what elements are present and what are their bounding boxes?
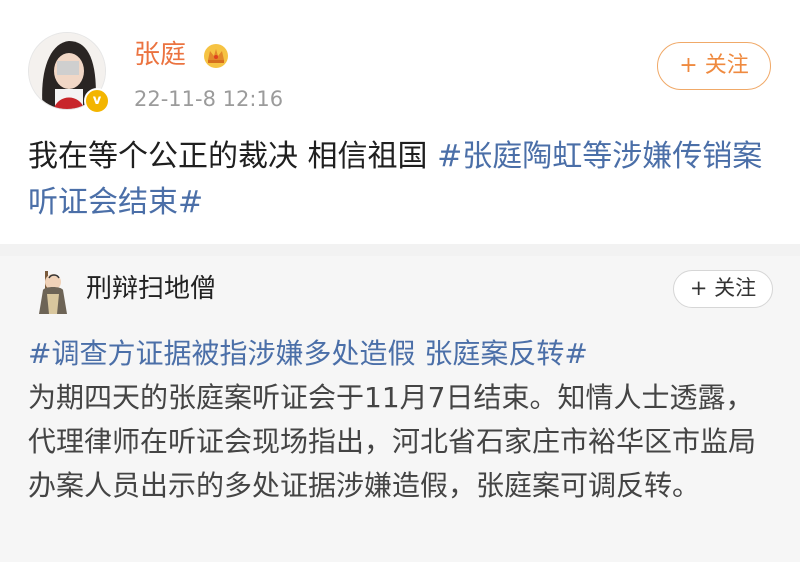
post-text: 我在等个公正的裁决 相信祖国 #张庭陶虹等涉嫌传销案听证会结束# [28, 134, 778, 226]
section-divider [0, 244, 800, 256]
follow-button[interactable]: + 关注 [657, 42, 771, 90]
author-name[interactable]: 张庭 [134, 38, 186, 72]
follow-button-secondary[interactable]: + 关注 [673, 270, 773, 308]
author-avatar[interactable]: v [28, 32, 110, 114]
repost-body: 为期四天的张庭案听证会于11月7日结束。知情人士透露，代理律师在听证会现场指出，… [28, 381, 757, 502]
monk-avatar[interactable] [27, 268, 75, 316]
v-badge-icon: v [84, 88, 110, 114]
post-text-plain: 我在等个公正的裁决 相信祖国 [28, 139, 438, 174]
repost-text: #调查方证据被指涉嫌多处造假 张庭案反转# 为期四天的张庭案听证会于11月7日结… [28, 332, 780, 508]
crown-icon [204, 44, 228, 68]
post-card-main: v 张庭 22-11-8 12:16 + 关注 我在等个公正的裁决 相信祖国 #… [0, 0, 800, 244]
repost-author-name[interactable]: 刑辩扫地僧 [86, 272, 216, 306]
repost-card: 刑辩扫地僧 + 关注 #调查方证据被指涉嫌多处造假 张庭案反转# 为期四天的张庭… [0, 256, 800, 562]
repost-hashtag-link[interactable]: #调查方证据被指涉嫌多处造假 张庭案反转# [28, 332, 780, 376]
post-timestamp: 22-11-8 12:16 [134, 87, 284, 111]
